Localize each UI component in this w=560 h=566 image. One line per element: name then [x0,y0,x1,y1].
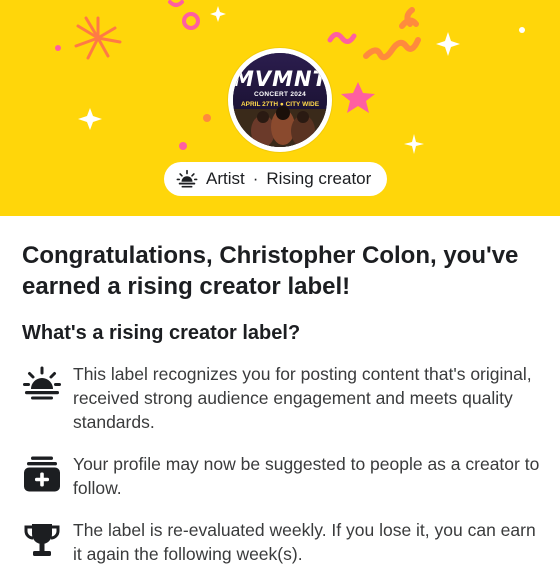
badge-label-name: Rising creator [266,169,372,188]
poster-date: APRIL 27TH ● CITY WIDE [240,101,320,108]
creator-label-badge: Artist · Rising creator [164,162,388,196]
info-item-text: This label recognizes you for posting co… [73,364,532,432]
add-to-feed-icon [24,456,60,492]
avatar[interactable]: MVMNT CONCERT 2024 APRIL 27TH ● CITY WID… [228,48,332,152]
label-explanation: Congratulations, Christopher Colon, you'… [22,240,542,566]
page-title: Congratulations, Christopher Colon, you'… [22,242,519,300]
info-item-suggestions: Your profile may now be suggested to peo… [22,452,542,500]
badge-category: Artist [206,169,245,188]
badge-separator: · [252,169,259,188]
info-item-recognition: This label recognizes you for posting co… [22,362,542,434]
hero-banner: MVMNT CONCERT 2024 APRIL 27TH ● CITY WID… [0,0,560,216]
poster-subtitle: CONCERT 2024 [253,91,306,98]
section-title: What's a rising creator label? [22,322,301,344]
poster-title: MVMNT [233,67,327,91]
sunrise-icon [23,366,61,400]
info-item-reevaluation: The label is re-evaluated weekly. If you… [22,518,542,566]
sunrise-icon [176,169,198,188]
trophy-icon [24,524,60,556]
avatar-image: MVMNT CONCERT 2024 APRIL 27TH ● CITY WID… [233,53,327,147]
info-item-text: The label is re-evaluated weekly. If you… [73,520,536,564]
info-item-text: Your profile may now be suggested to peo… [73,454,540,498]
